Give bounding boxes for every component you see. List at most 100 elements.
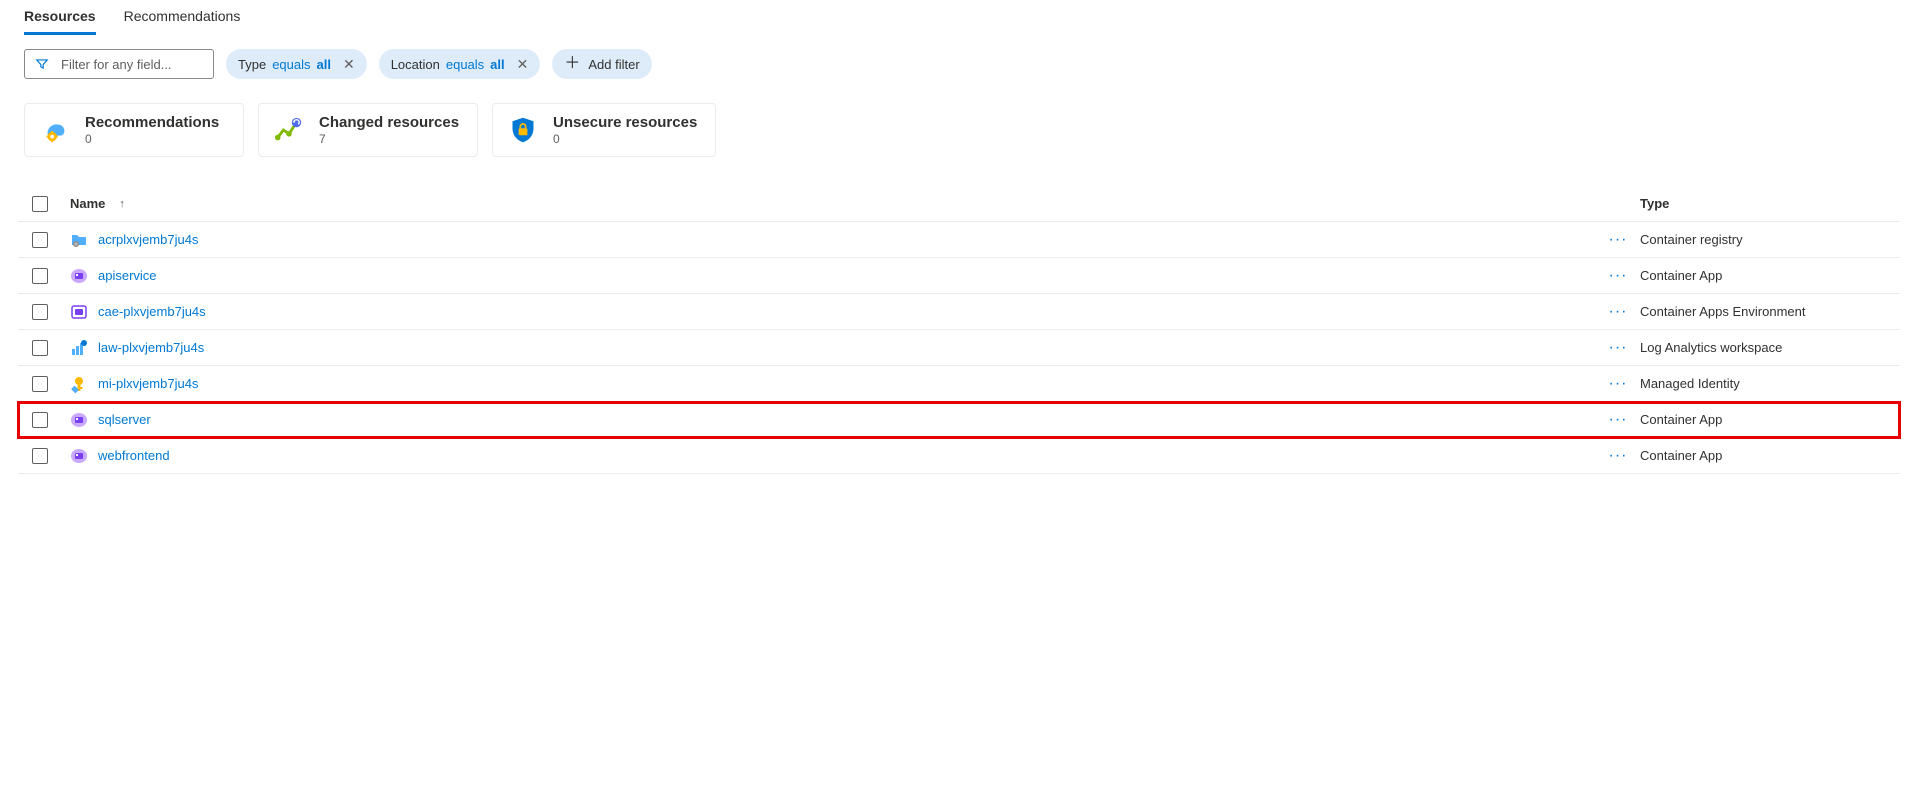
card-count: 0 <box>553 132 697 146</box>
resource-link[interactable]: apiservice <box>98 268 157 283</box>
resource-link[interactable]: webfrontend <box>98 448 170 463</box>
pill-type-mid: equals <box>272 57 310 72</box>
row-type-cell: Container App <box>1640 268 1900 283</box>
tabs-bar: Resources Recommendations <box>0 0 1918 35</box>
registry-icon <box>70 231 88 249</box>
row-name-cell: cae-plxvjemb7ju4s <box>62 303 1596 321</box>
row-actions-icon[interactable]: ··· <box>1596 231 1640 249</box>
summary-cards: Recommendations 0 Changed resources 7 <box>0 79 1918 157</box>
changed-icon <box>273 114 305 146</box>
pill-type-close-icon[interactable]: ✕ <box>343 57 355 71</box>
row-check-cell <box>18 448 62 464</box>
pill-location-value: all <box>490 57 504 72</box>
row-type-cell: Container App <box>1640 412 1900 427</box>
tab-resources[interactable]: Resources <box>24 0 96 34</box>
recommendations-icon <box>39 114 71 146</box>
table-row: sqlserver ··· Container App <box>18 402 1900 438</box>
table-row: law-plxvjemb7ju4s ··· Log Analytics work… <box>18 330 1900 366</box>
row-checkbox[interactable] <box>32 448 48 464</box>
plus-icon: ＋ <box>564 56 580 72</box>
card-text: Recommendations 0 <box>85 114 219 146</box>
row-check-cell <box>18 304 62 320</box>
row-actions-icon[interactable]: ··· <box>1596 447 1640 465</box>
row-actions-icon[interactable]: ··· <box>1596 267 1640 285</box>
row-name-cell: sqlserver <box>62 411 1596 429</box>
row-name-cell: law-plxvjemb7ju4s <box>62 339 1596 357</box>
row-check-cell <box>18 412 62 428</box>
row-checkbox[interactable] <box>32 232 48 248</box>
identity-icon <box>70 375 88 393</box>
unsecure-icon <box>507 114 539 146</box>
header-check <box>18 196 62 212</box>
law-icon <box>70 339 88 357</box>
row-name-cell: apiservice <box>62 267 1596 285</box>
row-type-cell: Container App <box>1640 448 1900 463</box>
card-title: Changed resources <box>319 114 459 131</box>
row-checkbox[interactable] <box>32 340 48 356</box>
column-header-type[interactable]: Type <box>1640 196 1900 211</box>
select-all-checkbox[interactable] <box>32 196 48 212</box>
resource-link[interactable]: law-plxvjemb7ju4s <box>98 340 204 355</box>
table-row: apiservice ··· Container App <box>18 258 1900 294</box>
table-row: cae-plxvjemb7ju4s ··· Container Apps Env… <box>18 294 1900 330</box>
row-actions-icon[interactable]: ··· <box>1596 303 1640 321</box>
row-check-cell <box>18 268 62 284</box>
row-checkbox[interactable] <box>32 268 48 284</box>
row-name-cell: acrplxvjemb7ju4s <box>62 231 1596 249</box>
column-name-label: Name <box>70 196 105 211</box>
pill-type-prefix: Type <box>238 57 266 72</box>
resource-link[interactable]: cae-plxvjemb7ju4s <box>98 304 206 319</box>
row-checkbox[interactable] <box>32 412 48 428</box>
pill-type-value: all <box>317 57 331 72</box>
row-check-cell <box>18 232 62 248</box>
row-check-cell <box>18 376 62 392</box>
table-row: mi-plxvjemb7ju4s ··· Managed Identity <box>18 366 1900 402</box>
card-text: Unsecure resources 0 <box>553 114 697 146</box>
resource-link[interactable]: sqlserver <box>98 412 151 427</box>
row-check-cell <box>18 340 62 356</box>
card-unsecure-resources[interactable]: Unsecure resources 0 <box>492 103 716 157</box>
row-actions-icon[interactable]: ··· <box>1596 411 1640 429</box>
containerapp-icon <box>70 447 88 465</box>
card-changed-resources[interactable]: Changed resources 7 <box>258 103 478 157</box>
filter-pill-type[interactable]: Type equals all ✕ <box>226 49 367 79</box>
column-header-name[interactable]: Name ↑ <box>62 196 1596 211</box>
filter-pill-location[interactable]: Location equals all ✕ <box>379 49 541 79</box>
add-filter-label: Add filter <box>588 57 639 72</box>
row-actions-icon[interactable]: ··· <box>1596 375 1640 393</box>
row-name-cell: mi-plxvjemb7ju4s <box>62 375 1596 393</box>
resource-link[interactable]: mi-plxvjemb7ju4s <box>98 376 198 391</box>
pill-location-close-icon[interactable]: ✕ <box>517 57 529 71</box>
card-count: 0 <box>85 132 219 146</box>
row-actions-icon[interactable]: ··· <box>1596 339 1640 357</box>
card-text: Changed resources 7 <box>319 114 459 146</box>
row-name-cell: webfrontend <box>62 447 1596 465</box>
pill-location-prefix: Location <box>391 57 440 72</box>
row-type-cell: Container Apps Environment <box>1640 304 1900 319</box>
card-recommendations[interactable]: Recommendations 0 <box>24 103 244 157</box>
row-checkbox[interactable] <box>32 376 48 392</box>
filter-bar: Type equals all ✕ Location equals all ✕ … <box>0 35 1918 79</box>
row-type-cell: Log Analytics workspace <box>1640 340 1900 355</box>
table-row: acrplxvjemb7ju4s ··· Container registry <box>18 222 1900 258</box>
pill-location-mid: equals <box>446 57 484 72</box>
containerapp-icon <box>70 411 88 429</box>
row-type-cell: Managed Identity <box>1640 376 1900 391</box>
row-checkbox[interactable] <box>32 304 48 320</box>
sort-asc-icon: ↑ <box>119 198 125 210</box>
cae-icon <box>70 303 88 321</box>
card-title: Unsecure resources <box>553 114 697 131</box>
tab-recommendations[interactable]: Recommendations <box>124 0 241 34</box>
card-count: 7 <box>319 132 459 146</box>
filter-input[interactable] <box>59 56 203 73</box>
add-filter-button[interactable]: ＋ Add filter <box>552 49 651 79</box>
table-header: Name ↑ Type <box>18 186 1900 222</box>
card-title: Recommendations <box>85 114 219 131</box>
resource-link[interactable]: acrplxvjemb7ju4s <box>98 232 198 247</box>
row-type-cell: Container registry <box>1640 232 1900 247</box>
filter-icon <box>35 57 49 71</box>
filter-input-wrap[interactable] <box>24 49 214 79</box>
containerapp-icon <box>70 267 88 285</box>
table-row: webfrontend ··· Container App <box>18 438 1900 474</box>
resources-table: Name ↑ Type acrplxvjemb7ju4s ··· Contain… <box>18 185 1900 474</box>
